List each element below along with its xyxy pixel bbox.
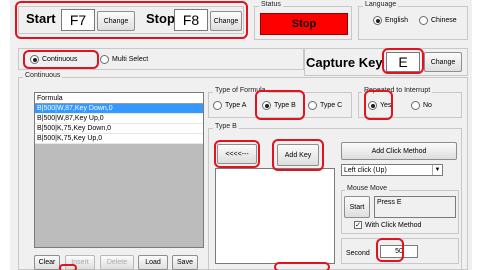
radio-dot [373, 16, 382, 25]
repeat-no-label: No [423, 102, 432, 109]
radio-dot [308, 101, 317, 110]
move-left-button[interactable]: <<<<--- [217, 144, 257, 164]
mode-continuous-label: Continuous [42, 56, 78, 63]
language-title: Language [363, 1, 399, 8]
key-sequence-list[interactable] [215, 168, 335, 264]
language-chinese-radio[interactable]: Chinese [419, 16, 457, 25]
type-b-label: Type B [274, 102, 296, 109]
formula-list-header: Formula [35, 93, 203, 104]
type-c-label: Type C [320, 102, 343, 109]
type-c-radio[interactable]: Type C [308, 101, 342, 110]
with-click-label: With Click Method [365, 221, 422, 229]
formula-row[interactable]: B|500|K,75,Key Down,0 [35, 124, 203, 134]
click-method-value: Left click (Up) [344, 166, 387, 174]
chevron-down-icon: ▼ [432, 165, 442, 175]
radio-dot [100, 55, 109, 64]
formula-row[interactable]: B|500|W,87,Key Up,0 [35, 114, 203, 124]
stop-label: Stop [146, 11, 175, 26]
status-value: Stop [291, 18, 317, 30]
status-title: Status [259, 1, 283, 8]
language-english-label: English [385, 17, 408, 24]
checkmark-icon: ✓ [354, 221, 362, 229]
mouse-start-button[interactable]: Start [344, 196, 370, 218]
stop-key-field[interactable]: F8 [174, 9, 208, 31]
stop-change-button[interactable]: Change [210, 11, 242, 31]
type-b-radio[interactable]: Type B [262, 101, 296, 110]
add-click-method-button[interactable]: Add Click Method [341, 142, 457, 160]
start-change-button[interactable]: Change [97, 11, 135, 31]
radio-dot [419, 16, 428, 25]
app-window: Start F7 Change Stop F8 Change Status St… [10, 0, 472, 270]
insert-button[interactable]: Insert [65, 255, 95, 270]
radio-dot [30, 55, 39, 64]
formula-type-title: Type of Formula [213, 87, 268, 94]
repeat-title: Repeated to Interrupt [362, 87, 433, 94]
repeat-no-radio[interactable]: No [411, 101, 432, 110]
capture-key-field[interactable]: E [386, 52, 420, 72]
delete-button[interactable]: Delete [100, 255, 134, 270]
second-input[interactable]: 50 [380, 245, 418, 258]
language-english-radio[interactable]: English [373, 16, 408, 25]
type-a-label: Type A [225, 102, 247, 109]
second-value: 50 [395, 248, 403, 255]
second-label: Second [346, 250, 370, 257]
clear-button[interactable]: Clear [34, 255, 60, 270]
save-button[interactable]: Save [172, 255, 198, 270]
radio-dot [368, 101, 377, 110]
continuous-title: Continuous [23, 72, 63, 79]
mode-multiselect-label: Multi Select [112, 56, 149, 63]
radio-dot [262, 101, 271, 110]
formula-rows: B|500|W,87,Key Down,0 B|500|W,87,Key Up,… [35, 104, 203, 144]
capture-key-label: Capture Key [306, 55, 383, 70]
mode-multiselect-radio[interactable]: Multi Select [100, 55, 148, 64]
press-text: Press E [377, 199, 402, 206]
type-a-radio[interactable]: Type A [213, 101, 246, 110]
formula-row[interactable]: B|500|W,87,Key Down,0 [35, 104, 203, 114]
click-method-select[interactable]: Left click (Up) ▼ [341, 164, 443, 176]
capture-change-button[interactable]: Change [424, 52, 462, 72]
start-key-field[interactable]: F7 [61, 9, 95, 31]
type-b-title: Type B [213, 123, 239, 130]
language-chinese-label: Chinese [431, 17, 457, 24]
repeat-yes-label: Yes [380, 102, 392, 109]
load-button[interactable]: Load [138, 255, 168, 270]
status-indicator: Stop [260, 13, 348, 35]
mode-continuous-radio[interactable]: Continuous [30, 55, 77, 64]
start-label: Start [26, 11, 56, 26]
mouse-move-title: Mouse Move [345, 185, 390, 192]
with-click-checkbox[interactable]: ✓ With Click Method [354, 221, 421, 229]
formula-row[interactable]: B|500|K,75,Key Up,0 [35, 134, 203, 144]
repeat-yes-radio[interactable]: Yes [368, 101, 391, 110]
formula-list[interactable]: Formula B|500|W,87,Key Down,0 B|500|W,87… [34, 92, 204, 248]
radio-dot [411, 101, 420, 110]
add-key-button[interactable]: Add Key [277, 144, 319, 166]
mouse-press-display: Press E [374, 196, 456, 218]
radio-dot [213, 101, 222, 110]
